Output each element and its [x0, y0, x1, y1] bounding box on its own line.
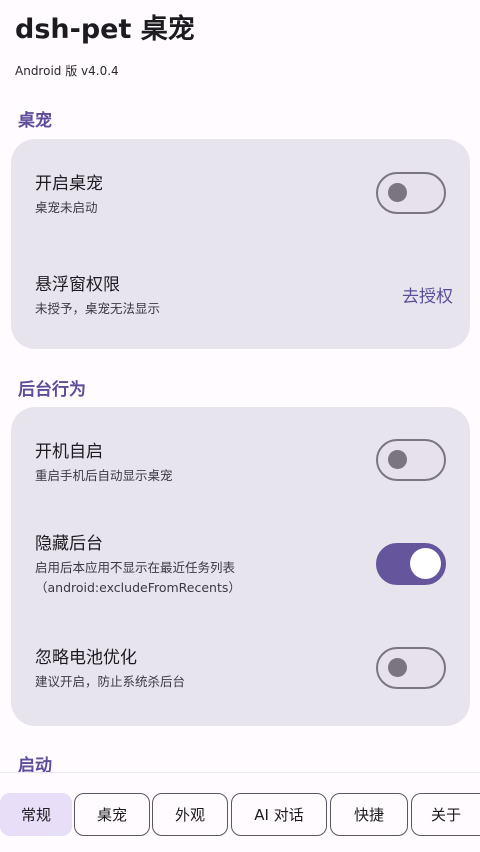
setting-desc: 未授予，桌宠无法显示: [35, 301, 161, 316]
section-title-pet: 桌宠: [18, 111, 52, 131]
tab-ai-chat[interactable]: AI 对话: [231, 793, 327, 836]
toggle-thumb: [388, 450, 407, 469]
setting-desc-line1: 启用后本应用不显示在最近任务列表: [35, 560, 236, 575]
tab-appearance[interactable]: 外观: [152, 793, 228, 836]
app-version: Android 版 v4.0.4: [15, 64, 119, 78]
grant-permission-button[interactable]: 去授权: [402, 282, 453, 307]
setting-hide-recents[interactable]: 隐藏后台 启用后本应用不显示在最近任务列表 （android:excludeFr…: [35, 533, 446, 605]
app-title: dsh-pet 桌宠: [15, 14, 195, 45]
autostart-toggle[interactable]: [376, 439, 446, 481]
card-pet: 开启桌宠 桌宠未启动 悬浮窗权限 未授予，桌宠无法显示 去授权: [11, 139, 470, 349]
toggle-thumb: [388, 658, 407, 677]
setting-title: 悬浮窗权限: [35, 275, 120, 295]
tab-pet[interactable]: 桌宠: [74, 793, 150, 836]
tab-shortcuts[interactable]: 快捷: [330, 793, 408, 836]
section-title-background: 后台行为: [18, 380, 86, 400]
setting-battery-optimization[interactable]: 忽略电池优化 建议开启，防止系统杀后台: [35, 647, 446, 697]
bottom-tab-bar: 常规 桌宠 外观 AI 对话 快捷 关于: [0, 772, 480, 852]
tab-general[interactable]: 常规: [0, 793, 72, 836]
card-background: 开机自启 重启手机后自动显示桌宠 隐藏后台 启用后本应用不显示在最近任务列表 （…: [11, 407, 470, 726]
hide-recents-toggle[interactable]: [376, 543, 446, 585]
setting-enable-pet[interactable]: 开启桌宠 桌宠未启动: [35, 172, 446, 223]
enable-pet-toggle[interactable]: [376, 172, 446, 214]
toggle-thumb: [410, 548, 441, 579]
settings-screen: dsh-pet 桌宠 Android 版 v4.0.4 桌宠 开启桌宠 桌宠未启…: [0, 0, 480, 852]
header: dsh-pet 桌宠 Android 版 v4.0.4: [15, 10, 195, 78]
setting-desc-line2: （android:excludeFromRecents）: [35, 580, 241, 595]
toggle-thumb: [388, 183, 407, 202]
battery-optimization-toggle[interactable]: [376, 647, 446, 689]
tab-about[interactable]: 关于: [411, 793, 480, 836]
setting-autostart[interactable]: 开机自启 重启手机后自动显示桌宠: [35, 439, 446, 491]
setting-overlay-permission[interactable]: 悬浮窗权限 未授予，桌宠无法显示: [35, 274, 446, 324]
